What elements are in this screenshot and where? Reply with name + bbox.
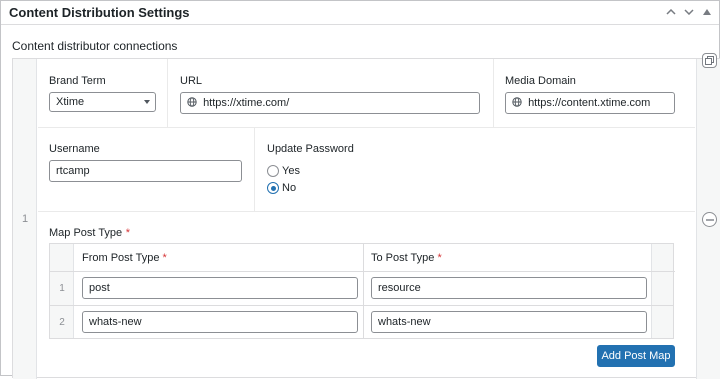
update-password-field: Update Password [267,140,354,155]
to-post-type-value: whats-new [378,316,431,328]
to-post-type-value: resource [378,282,421,294]
from-post-type-header: From Post Type * [82,252,167,264]
brand-term-field: Brand Term [49,72,106,87]
media-domain-input[interactable]: https://content.xtime.com [505,92,675,114]
required-mark: * [125,227,131,239]
brand-term-value: Xtime [56,96,85,108]
select-caret-icon [144,100,150,104]
url-value: https://xtime.com/ [203,97,290,109]
globe-icon [512,97,522,107]
update-password-label: Update Password [267,143,354,155]
to-post-type-label: To Post Type [371,252,435,264]
from-post-type-label: From Post Type [82,252,160,264]
username-field: Username [49,140,100,155]
header-action-cell [651,244,673,271]
brand-term-label: Brand Term [49,75,106,87]
divider [493,59,494,127]
divider [38,127,695,128]
arrow-up-icon[interactable] [699,3,715,21]
panel-header: Content Distribution Settings [1,1,719,25]
username-input[interactable]: rtcamp [49,160,242,182]
required-mark: * [437,252,442,264]
username-label: Username [49,143,100,155]
row-number: 2 [59,317,65,328]
divider [254,127,255,211]
to-post-type-input[interactable]: whats-new [371,311,647,333]
header-index-cell [50,244,74,271]
media-domain-field: Media Domain [505,72,576,87]
radio-option-yes[interactable]: Yes [267,165,300,177]
radio-no-label: No [282,182,297,194]
map-post-type-label: Map Post Type [49,227,123,239]
divider [38,211,695,212]
radio-no[interactable] [267,182,279,194]
from-post-type-input[interactable]: post [82,277,358,299]
remove-row-icon[interactable] [702,212,717,227]
divider [363,272,364,305]
url-input[interactable]: https://xtime.com/ [180,92,480,114]
from-post-type-input[interactable]: whats-new [82,311,358,333]
post-map-table: From Post Type * To Post Type * 1 post r… [49,243,675,339]
row-drag-handle[interactable]: 1 [13,59,37,379]
section-label: Content distributor connections [12,39,178,53]
chevron-up-icon[interactable] [663,3,679,21]
radio-option-no[interactable]: No [267,182,296,194]
content-distribution-settings-panel: Content Distribution Settings Content di… [0,0,720,379]
row-action-cell[interactable] [651,272,673,305]
divider [363,244,364,271]
media-domain-value: https://content.xtime.com [528,97,651,109]
radio-yes-label: Yes [282,165,300,177]
brand-term-select[interactable]: Xtime [49,92,156,112]
add-post-map-button[interactable]: Add Post Map [597,345,675,367]
from-post-type-value: whats-new [89,316,142,328]
globe-icon [187,97,197,107]
map-post-type-field: Map Post Type * [49,224,130,239]
connection-repeater-row: 1 Brand Term Xtime URL https://xtime.com… [12,53,720,379]
row-action-cell[interactable] [651,306,673,338]
row-actions-column [696,53,720,379]
row-index-cell[interactable]: 1 [50,272,74,305]
url-label: URL [180,75,203,87]
duplicate-icon[interactable] [702,53,717,68]
to-post-type-input[interactable]: resource [371,277,647,299]
post-map-table-header: From Post Type * To Post Type * [50,244,675,272]
row-index: 1 [21,213,29,225]
from-post-type-value: post [89,282,110,294]
username-value: rtcamp [56,165,90,177]
divider [363,306,364,338]
url-field: URL [180,72,202,87]
divider [167,59,168,127]
divider [50,305,673,306]
panel-title: Content Distribution Settings [9,5,190,20]
row-number: 1 [59,283,65,294]
radio-yes[interactable] [267,165,279,177]
row-index-cell[interactable]: 2 [50,306,74,338]
required-mark: * [162,252,167,264]
chevron-down-icon[interactable] [681,3,697,21]
panel-header-buttons [663,3,715,21]
to-post-type-header: To Post Type * [371,252,442,264]
media-domain-label: Media Domain [505,75,576,87]
row-body: Brand Term Xtime URL https://xtime.com/ … [38,59,695,379]
